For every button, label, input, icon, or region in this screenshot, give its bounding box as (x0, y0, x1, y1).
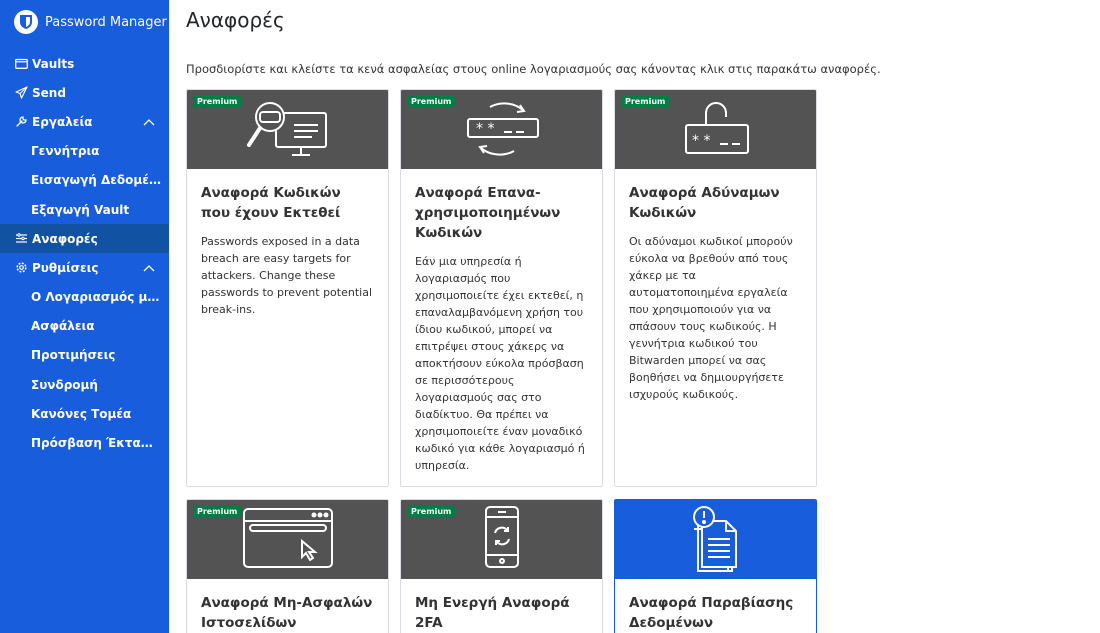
reports-icon (14, 232, 28, 246)
sidebar-item-subscription[interactable]: Συνδρομή (0, 370, 169, 399)
brand[interactable]: Password Manager (0, 0, 169, 44)
premium-badge: Premium (193, 96, 242, 107)
sidebar-item-preferences[interactable]: Προτιμήσεις (0, 341, 169, 370)
premium-badge: Premium (407, 506, 456, 517)
sidebar-item-reports[interactable]: Αναφορές (0, 224, 169, 254)
sidebar: Password Manager Vaults Send Εργαλεία Γε… (0, 0, 169, 633)
premium-badge: Premium (407, 96, 456, 107)
sidebar-item-label: Συνδρομή (31, 377, 98, 392)
sidebar-item-export[interactable]: Εξαγωγή Vault (0, 195, 169, 224)
sidebar-item-import[interactable]: Εισαγωγή Δεδομένων (0, 166, 169, 195)
card-title: Αναφορά Κωδικών που έχουν Εκτεθεί (201, 185, 341, 221)
send-icon (14, 86, 28, 100)
premium-badge: Premium (193, 506, 242, 517)
exposed-passwords-icon (246, 95, 330, 165)
card-header: Premium * * (615, 90, 816, 169)
sidebar-item-send[interactable]: Send (0, 78, 169, 107)
sidebar-item-my-account[interactable]: Ο Λογαριασμός μου (0, 283, 169, 312)
data-breach-icon (686, 503, 746, 577)
sidebar-item-label: Γεννήτρια (31, 144, 100, 159)
sidebar-item-tools[interactable]: Εργαλεία (0, 107, 169, 136)
card-description: Οι αδύναμοι κωδικοί μπορούν εύκολα να βρ… (629, 235, 793, 401)
app-title: Password Manager (45, 14, 167, 30)
card-title: Αναφορά Μη-Ασφαλών Ιστοσελίδων (201, 595, 373, 631)
sidebar-item-label: Ασφάλεια (31, 319, 95, 334)
card-header: Premium (187, 90, 388, 169)
card-title: Μη Ενεργή Αναφορά 2FA (415, 595, 570, 631)
weak-passwords-icon: * * (674, 95, 758, 165)
sidebar-item-label: Εισαγωγή Δεδομένων (31, 173, 161, 188)
unsecured-websites-icon (240, 505, 336, 575)
sidebar-item-label: Εξαγωγή Vault (31, 202, 130, 217)
sidebar-item-label: Προτιμήσεις (31, 348, 116, 363)
sidebar-item-label: Αναφορές (32, 231, 98, 246)
sidebar-item-emergency-access[interactable]: Πρόσβαση Έκτακτης ... (0, 428, 169, 457)
shield-logo-icon (14, 10, 38, 34)
chevron-up-icon[interactable] (143, 261, 155, 275)
wrench-icon (14, 115, 28, 129)
page-description: Προσδιορίστε και κλείστε τα κενά ασφαλεί… (186, 62, 881, 76)
svg-text:* *: * * (476, 121, 494, 137)
card-header (615, 500, 816, 579)
sidebar-item-label: Ρυθμίσεις (32, 260, 99, 275)
chevron-up-icon[interactable] (143, 115, 155, 129)
premium-badge: Premium (621, 96, 670, 107)
sidebar-item-generator[interactable]: Γεννήτρια (0, 137, 169, 166)
card-title: Αναφορά Επανα-χρησιμοποιημένων Κωδικών (415, 185, 561, 241)
sidebar-nav: Vaults Send Εργαλεία Γεννήτρια Εισαγωγή … (0, 49, 169, 458)
main-content: Αναφορές Προσδιορίστε και κλείστε τα κεν… (169, 0, 1100, 633)
reused-passwords-icon: * * (460, 95, 544, 165)
gear-icon (14, 261, 28, 275)
sidebar-item-settings[interactable]: Ρυθμίσεις (0, 253, 169, 282)
card-title: Αναφορά Παραβίασης Δεδομένων (629, 595, 794, 631)
report-card-reused-passwords[interactable]: Premium * * Αναφορά Επανα-χρησιμοποιημέν… (400, 89, 603, 487)
card-description: Passwords exposed in a data breach are e… (201, 235, 373, 316)
sidebar-item-label: Πρόσβαση Έκτακτης ... (31, 436, 161, 451)
sidebar-item-label: Vaults (32, 56, 75, 71)
card-header: Premium (187, 500, 388, 579)
report-card-data-breach[interactable]: Αναφορά Παραβίασης Δεδομένων (614, 499, 817, 633)
page-title: Αναφορές (186, 8, 285, 32)
sidebar-item-label: Ο Λογαριασμός μου (31, 290, 161, 305)
svg-text:* *: * * (692, 133, 710, 149)
card-header: Premium * * (401, 90, 602, 169)
sidebar-item-domain-rules[interactable]: Κανόνες Τομέα (0, 399, 169, 428)
sidebar-item-label: Send (32, 85, 66, 100)
sidebar-item-label: Κανόνες Τομέα (31, 406, 132, 421)
card-header: Premium (401, 500, 602, 579)
report-card-weak-passwords[interactable]: Premium * * Αναφορά Αδύναμων Κωδικών Οι … (614, 89, 817, 487)
card-title: Αναφορά Αδύναμων Κωδικών (629, 185, 780, 221)
report-card-exposed-passwords[interactable]: Premium Αναφορά Κωδικών που έχουν Εκτεθε… (186, 89, 389, 487)
inactive-2fa-icon (482, 505, 522, 575)
sidebar-item-security[interactable]: Ασφάλεια (0, 312, 169, 341)
card-description: Εάν μια υπηρεσία ή λογαριασμός που χρησι… (415, 255, 585, 472)
report-card-unsecured-websites[interactable]: Premium Αναφορά Μη-Ασφαλών Ιστοσελίδων (186, 499, 389, 633)
sidebar-item-label: Εργαλεία (32, 114, 93, 129)
report-card-inactive-2fa[interactable]: Premium Μη Ενεργή Αναφορά 2FA (400, 499, 603, 633)
vault-icon (14, 57, 28, 71)
sidebar-item-vaults[interactable]: Vaults (0, 49, 169, 78)
